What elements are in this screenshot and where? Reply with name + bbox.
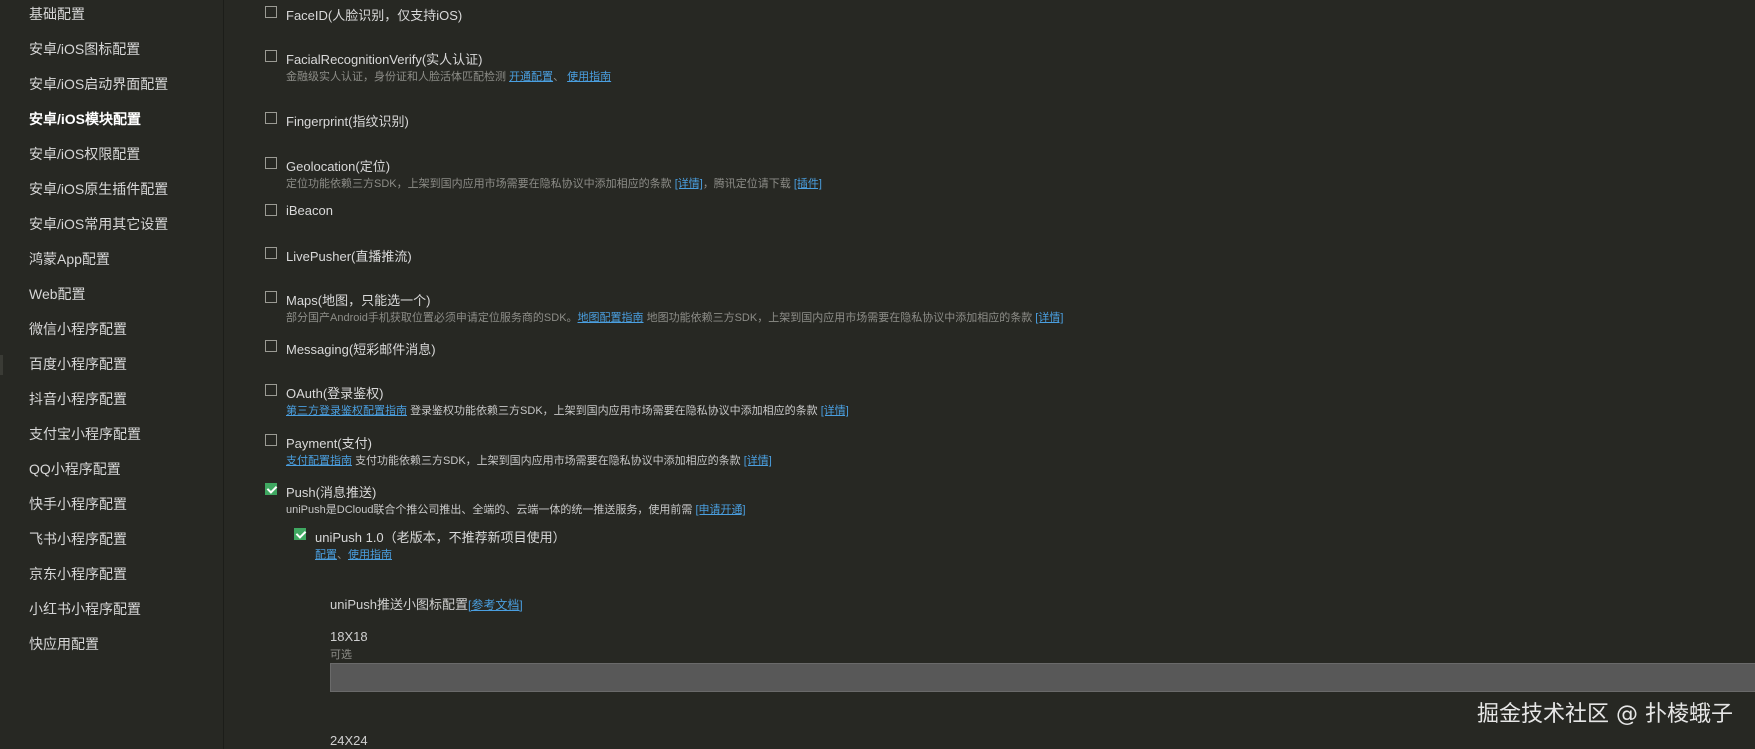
payment-checkbox[interactable]: [265, 434, 277, 446]
push-apply-link[interactable]: [申请开通]: [696, 504, 746, 516]
maps-guide-link[interactable]: 地图配置指南: [578, 312, 644, 324]
sidebar-item-kuaishou[interactable]: 快手小程序配置: [29, 494, 127, 514]
sidebar-item-native-plugins[interactable]: 安卓/iOS原生插件配置: [29, 179, 168, 199]
unipush-icon-doc-link[interactable]: [参考文档]: [468, 598, 523, 612]
geolocation-checkbox[interactable]: [265, 157, 277, 169]
facial-verify-desc: 金融级实人认证，身份证和人脸活体匹配检测 开通配置、 使用指南: [286, 71, 612, 83]
geolocation-plugin-link[interactable]: [插件]: [794, 178, 822, 190]
sidebar-item-splash[interactable]: 安卓/iOS启动界面配置: [29, 74, 168, 94]
sidebar-item-app-icon[interactable]: 安卓/iOS图标配置: [29, 39, 140, 59]
messaging-checkbox[interactable]: [265, 340, 277, 352]
unipush1-guide-link[interactable]: 使用指南: [348, 549, 392, 561]
icon-18-optional-label: 可选: [330, 649, 352, 661]
unipush1-config-link[interactable]: 配置: [315, 549, 337, 561]
oauth-guide-link[interactable]: 第三方登录鉴权配置指南: [286, 405, 407, 417]
payment-label: Payment(支付): [286, 436, 372, 451]
oauth-label: OAuth(登录鉴权): [286, 386, 384, 401]
fingerprint-label: Fingerprint(指纹识别): [286, 114, 409, 129]
icon-18-input[interactable]: [330, 663, 1755, 692]
livepusher-label: LivePusher(直播推流): [286, 249, 412, 264]
facial-verify-label: FacialRecognitionVerify(实人认证): [286, 52, 483, 67]
sidebar-scroll-marker: [0, 355, 3, 375]
facial-guide-link[interactable]: 使用指南: [567, 71, 611, 83]
messaging-label: Messaging(短彩邮件消息): [286, 342, 436, 357]
sidebar-item-baidu[interactable]: 百度小程序配置: [29, 354, 127, 374]
oauth-desc: 第三方登录鉴权配置指南 登录鉴权功能依赖三方SDK，上架到国内应用市场需要在隐私…: [286, 405, 849, 417]
geolocation-detail-link[interactable]: [详情]: [675, 178, 703, 190]
oauth-checkbox[interactable]: [265, 384, 277, 396]
icon-18-size-label: 18X18: [330, 629, 368, 644]
fingerprint-checkbox[interactable]: [265, 112, 277, 124]
geolocation-desc: 定位功能依赖三方SDK，上架到国内应用市场需要在隐私协议中添加相应的条款 [详情…: [286, 178, 822, 190]
sidebar-item-other-settings[interactable]: 安卓/iOS常用其它设置: [29, 214, 168, 234]
sidebar-item-quickapp[interactable]: 快应用配置: [29, 634, 99, 654]
faceid-label: FaceID(人脸识别，仅支持iOS): [286, 8, 463, 23]
maps-checkbox[interactable]: [265, 291, 277, 303]
sidebar-item-alipay[interactable]: 支付宝小程序配置: [29, 424, 141, 444]
maps-desc: 部分国产Android手机获取位置必须申请定位服务商的SDK。地图配置指南 地图…: [286, 312, 1064, 324]
sidebar-item-modules[interactable]: 安卓/iOS模块配置: [29, 109, 141, 129]
unipush1-links: 配置、使用指南: [315, 549, 392, 561]
sidebar-item-jd[interactable]: 京东小程序配置: [29, 564, 127, 584]
geolocation-label: Geolocation(定位): [286, 159, 391, 174]
payment-desc: 支付配置指南 支付功能依赖三方SDK，上架到国内应用市场需要在隐私协议中添加相应…: [286, 455, 772, 467]
facial-open-config-link[interactable]: 开通配置: [509, 71, 553, 83]
push-checkbox[interactable]: [265, 483, 277, 495]
sidebar-item-weixin[interactable]: 微信小程序配置: [29, 319, 127, 339]
sidebar-item-xiaohongshu[interactable]: 小红书小程序配置: [29, 599, 141, 619]
sidebar-item-web[interactable]: Web配置: [29, 284, 86, 304]
maps-detail-link[interactable]: [详情]: [1035, 312, 1063, 324]
sidebar-item-harmony[interactable]: 鸿蒙App配置: [29, 249, 110, 269]
icon-24-size-label: 24X24: [330, 733, 368, 748]
push-label: Push(消息推送): [286, 485, 377, 500]
ibeacon-checkbox[interactable]: [265, 204, 277, 216]
faceid-checkbox[interactable]: [265, 6, 277, 18]
unipush1-label: uniPush 1.0（老版本，不推荐新项目使用）: [315, 530, 566, 545]
ibeacon-label: iBeacon: [286, 203, 333, 218]
facial-verify-checkbox[interactable]: [265, 50, 277, 62]
watermark-text: 掘金技术社区 @ 扑棱蛾子: [1477, 702, 1733, 727]
settings-sidebar: 基础配置 安卓/iOS图标配置 安卓/iOS启动界面配置 安卓/iOS模块配置 …: [0, 0, 224, 749]
sidebar-item-feishu[interactable]: 飞书小程序配置: [29, 529, 127, 549]
maps-label: Maps(地图，只能选一个): [286, 293, 431, 308]
unipush1-checkbox[interactable]: [294, 528, 306, 540]
unipush-icon-config-heading: uniPush推送小图标配置[参考文档]: [330, 597, 523, 612]
livepusher-checkbox[interactable]: [265, 247, 277, 259]
sidebar-item-douyin[interactable]: 抖音小程序配置: [29, 389, 127, 409]
oauth-detail-link[interactable]: [详情]: [821, 405, 849, 417]
sidebar-item-basic[interactable]: 基础配置: [29, 4, 85, 24]
payment-detail-link[interactable]: [详情]: [744, 455, 772, 467]
sidebar-item-qq[interactable]: QQ小程序配置: [29, 459, 121, 479]
push-desc: uniPush是DCloud联合个推公司推出、全端的、云端一体的统一推送服务，使…: [286, 504, 746, 516]
payment-guide-link[interactable]: 支付配置指南: [286, 455, 352, 467]
sidebar-item-permissions[interactable]: 安卓/iOS权限配置: [29, 144, 140, 164]
modules-panel: FaceID(人脸识别，仅支持iOS) FacialRecognitionVer…: [224, 0, 1755, 749]
